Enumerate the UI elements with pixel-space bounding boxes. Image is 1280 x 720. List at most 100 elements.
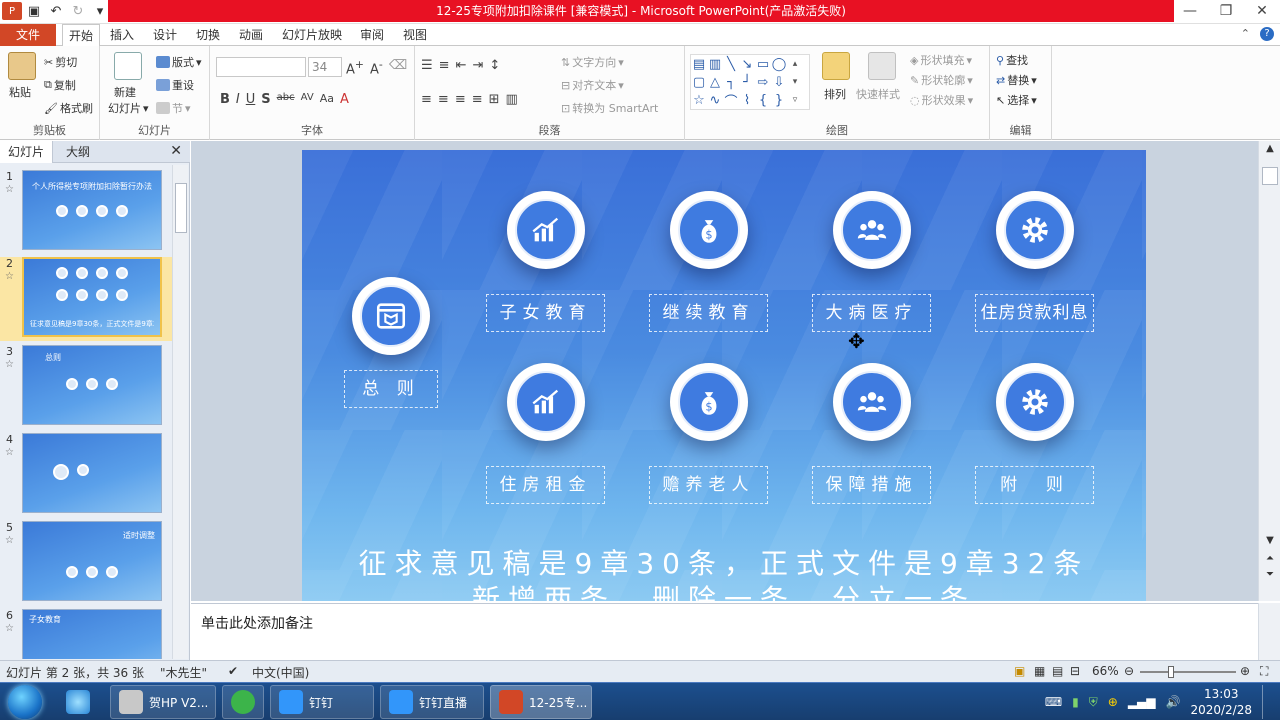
cut-button[interactable]: ✂ 剪切 xyxy=(44,54,77,70)
general-label[interactable]: 总 则 xyxy=(344,370,438,408)
taskbar-dingtalk[interactable]: 钉钉 xyxy=(270,685,374,719)
brace-left-shape-icon[interactable]: { xyxy=(759,93,767,108)
shape-outline-button[interactable]: ✎ 形状轮廓 ▾ xyxy=(910,72,973,88)
bold-button[interactable]: B xyxy=(220,92,230,107)
tab-view[interactable]: 视图 xyxy=(397,24,433,46)
serious-illness-label[interactable]: 大病医疗 xyxy=(812,294,931,332)
children-education-label[interactable]: 子女教育 xyxy=(486,294,605,332)
summary-line-1[interactable]: 征求意见稿是9章30条，正式文件是9章32条 xyxy=(302,542,1146,582)
volume-icon[interactable]: 🔊 xyxy=(1166,695,1181,709)
elbow2-shape-icon[interactable]: ┘ xyxy=(743,75,751,90)
battery-icon[interactable]: ▮ xyxy=(1072,695,1079,709)
font-name-box[interactable] xyxy=(216,57,306,77)
tab-design[interactable]: 设计 xyxy=(147,24,183,46)
clock[interactable]: 13:03 2020/2/28 xyxy=(1190,686,1252,718)
strikethrough-button[interactable]: abc xyxy=(277,92,295,107)
tab-animations[interactable]: 动画 xyxy=(233,24,269,46)
zoom-in-icon[interactable]: ⊕ xyxy=(1240,664,1250,678)
layout-button[interactable]: 版式 ▾ xyxy=(156,54,202,70)
char-spacing-button[interactable]: AV xyxy=(301,92,314,107)
language-indicator[interactable]: 中文(中国) xyxy=(252,664,309,681)
distribute-icon[interactable]: ⊞ xyxy=(489,92,500,107)
slideshow-view-icon[interactable]: ⊟ xyxy=(1070,664,1080,678)
shape-fill-button[interactable]: ◈ 形状填充 ▾ xyxy=(910,52,972,68)
align-right-icon[interactable]: ≡ xyxy=(455,92,466,107)
rect-shape-icon[interactable]: ▭ xyxy=(757,57,769,72)
slide-thumbnail[interactable]: 5 ☆ 适时调整 xyxy=(0,521,172,605)
tab-transitions[interactable]: 切换 xyxy=(190,24,226,46)
numbering-icon[interactable]: ≡ xyxy=(439,58,450,73)
paste-button[interactable]: 粘贴 xyxy=(9,84,31,100)
arc-shape-icon[interactable]: ⌒ xyxy=(724,91,737,110)
taskbar-360[interactable] xyxy=(222,685,264,719)
new-slide-dropdown[interactable]: 幻灯片 ▾ xyxy=(108,100,149,116)
taskbar-ie[interactable] xyxy=(58,685,104,719)
align-left-icon[interactable]: ≡ xyxy=(421,92,432,107)
find-button[interactable]: ⚲ 查找 xyxy=(996,52,1028,68)
redo-icon[interactable]: ↻ xyxy=(68,2,88,20)
customize-qat-icon[interactable]: ▾ xyxy=(90,2,110,20)
normal-view-icon[interactable]: ▣ xyxy=(1014,664,1025,678)
reading-view-icon[interactable]: ▤ xyxy=(1052,664,1063,678)
supplementary-circle[interactable] xyxy=(996,363,1074,441)
undo-icon[interactable]: ↶ xyxy=(46,2,66,20)
reset-button[interactable]: 重设 xyxy=(156,77,194,93)
supplementary-label[interactable]: 附 则 xyxy=(975,466,1094,504)
right-arrow-shape-icon[interactable]: ⇨ xyxy=(758,75,769,90)
tab-insert[interactable]: 插入 xyxy=(104,24,140,46)
housing-rent-circle[interactable] xyxy=(507,363,585,441)
decrease-indent-icon[interactable]: ⇤ xyxy=(456,58,467,73)
taskbar-dingtalk-live[interactable]: 钉钉直播 xyxy=(380,685,484,719)
italic-button[interactable]: I xyxy=(236,92,240,107)
increase-indent-icon[interactable]: ⇥ xyxy=(472,58,483,73)
tab-review[interactable]: 审阅 xyxy=(354,24,390,46)
quick-styles-button[interactable]: 快速样式 xyxy=(856,86,900,102)
zoom-level[interactable]: 66% xyxy=(1092,664,1119,678)
oval-shape-icon[interactable]: ◯ xyxy=(772,57,787,72)
security-plus-icon[interactable]: ⊕ xyxy=(1108,695,1118,709)
brace-right-shape-icon[interactable]: } xyxy=(775,93,783,108)
thumbnails-scrollbar[interactable] xyxy=(172,165,188,659)
copy-button[interactable]: ⧉ 复制 xyxy=(44,77,76,93)
gallery-up-icon[interactable]: ▴ xyxy=(793,59,798,69)
text-direction-button[interactable]: ⇅ 文字方向 ▾ xyxy=(561,54,624,70)
align-center-icon[interactable]: ≡ xyxy=(438,92,449,107)
shadow-button[interactable]: S xyxy=(261,92,270,107)
triangle-shape-icon[interactable]: △ xyxy=(710,75,720,90)
keyboard-icon[interactable]: ⌨ xyxy=(1045,695,1062,709)
scrollbar-thumb[interactable] xyxy=(1262,167,1278,185)
replace-button[interactable]: ⇄ 替换 ▾ xyxy=(996,72,1037,88)
shapes-gallery[interactable]: ▤ ▥ ╲ ↘ ▭ ◯ ▴ ▢ △ ┐ ┘ ⇨ ⇩ ▾ ☆ ∿ ⌒ ⌇ {} ▿ xyxy=(690,54,810,110)
tab-file[interactable]: 文件 xyxy=(0,24,56,46)
arrange-button[interactable]: 排列 xyxy=(824,86,846,102)
slide-sorter-icon[interactable]: ▦ xyxy=(1034,664,1045,678)
housing-loan-circle[interactable] xyxy=(996,191,1074,269)
continuing-education-label[interactable]: 继续教育 xyxy=(649,294,768,332)
new-slide-icon[interactable] xyxy=(114,52,142,80)
housing-rent-label[interactable]: 住房租金 xyxy=(486,466,605,504)
housing-loan-label[interactable]: 住房贷款利息 xyxy=(975,294,1094,332)
shape-effects-button[interactable]: ◌ 形状效果 ▾ xyxy=(910,92,973,108)
summary-line-2[interactable]: 新增两条，删除一条，分立一条 xyxy=(302,578,1146,601)
start-button[interactable] xyxy=(8,685,42,719)
current-slide[interactable]: 总 则 $ 子女教育 继续教育 大病医疗 住房贷款利息 $ 住房租金 赡养老人 … xyxy=(302,150,1146,601)
textbox-shape-icon[interactable]: ▤ xyxy=(693,57,705,72)
zoom-out-icon[interactable]: ⊖ xyxy=(1124,664,1134,678)
line-spacing-icon[interactable]: ↕ xyxy=(489,58,500,73)
freeform-shape-icon[interactable]: ⌇ xyxy=(744,93,750,108)
spellcheck-icon[interactable]: ✔ xyxy=(228,664,238,678)
tab-outline-pane[interactable]: 大纲 xyxy=(58,141,98,163)
help-icon[interactable]: ? xyxy=(1260,27,1274,41)
continuing-education-circle[interactable]: $ xyxy=(670,191,748,269)
rounded-rect-shape-icon[interactable]: ▢ xyxy=(693,75,705,90)
show-desktop-button[interactable] xyxy=(1262,685,1272,719)
gallery-down-icon[interactable]: ▾ xyxy=(793,77,798,87)
align-text-button[interactable]: ⊟ 对齐文本 ▾ xyxy=(561,77,624,93)
serious-illness-circle[interactable] xyxy=(833,191,911,269)
general-circle[interactable] xyxy=(352,277,430,355)
notes-scrollbar[interactable] xyxy=(1258,603,1280,660)
section-button[interactable]: 节 ▾ xyxy=(156,100,191,116)
select-button[interactable]: ↖ 选择 ▾ xyxy=(996,92,1037,108)
taskbar-hp[interactable]: 贺HP V2... xyxy=(110,685,216,719)
powerpoint-logo-icon[interactable]: P xyxy=(2,2,22,20)
